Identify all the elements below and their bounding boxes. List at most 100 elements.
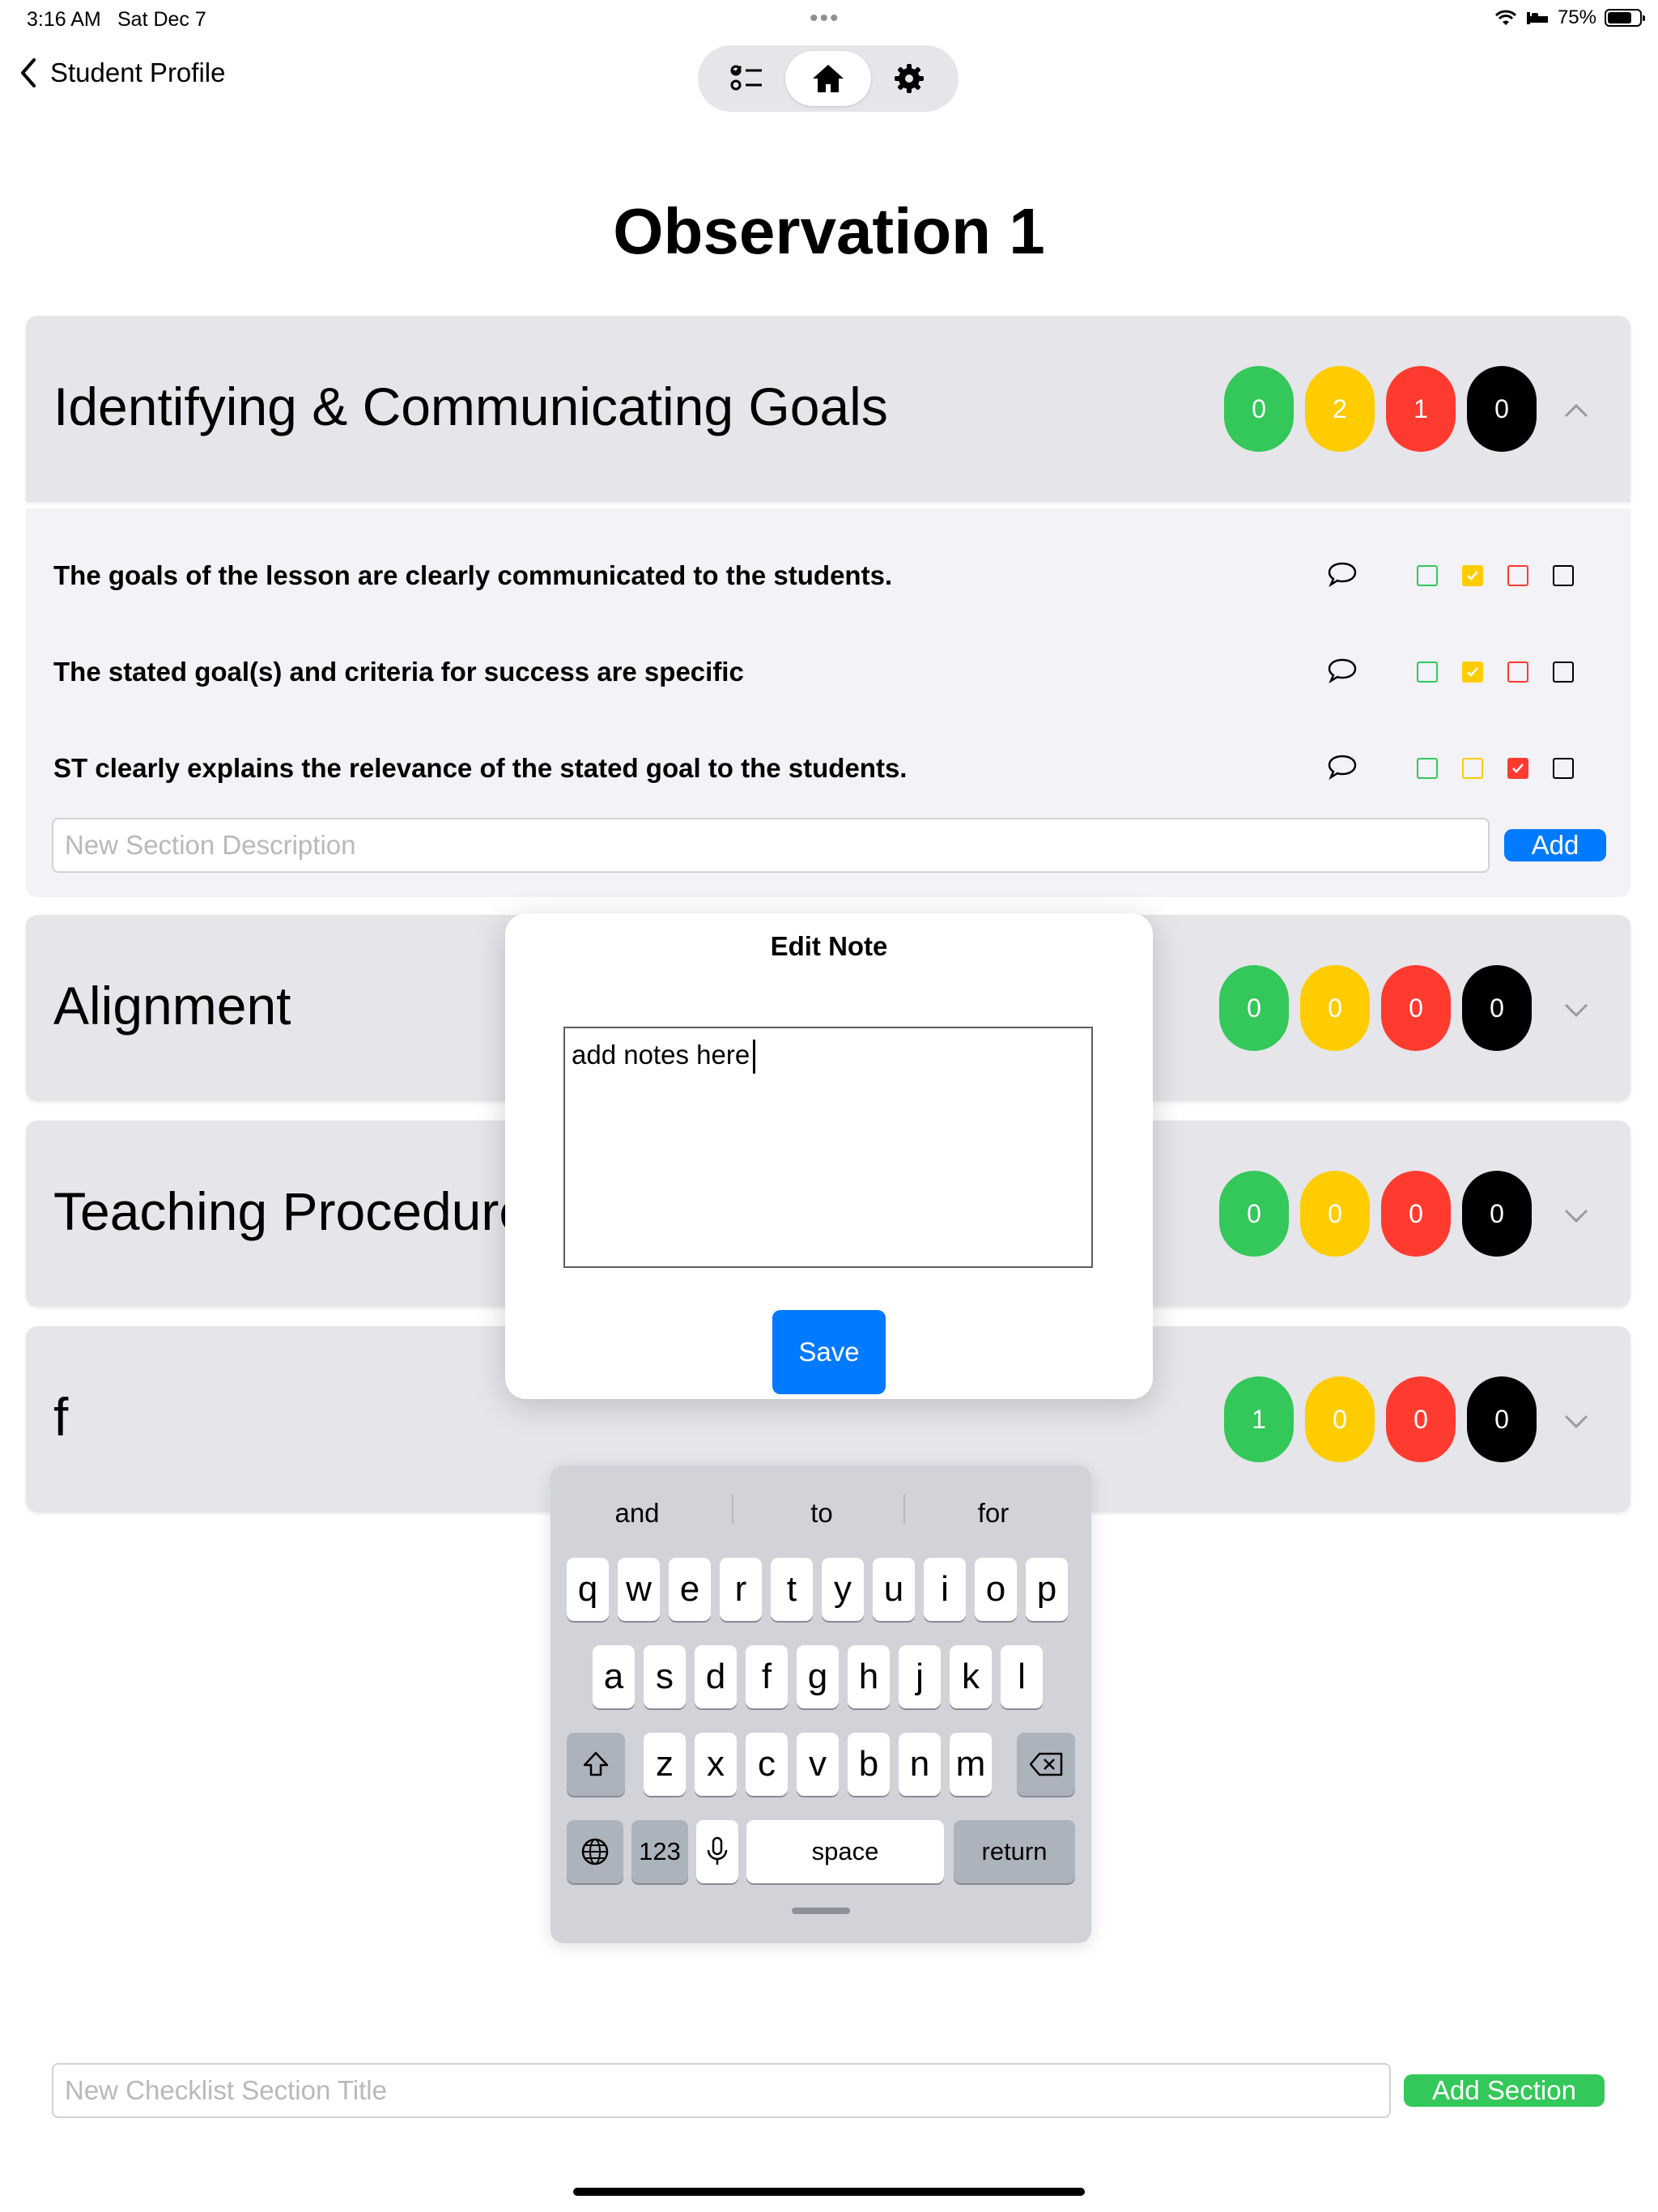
checklist-row: ST clearly explains the relevance of the… [26, 743, 1596, 792]
key-f[interactable]: f [746, 1645, 788, 1708]
note-text: add notes here [572, 1040, 750, 1070]
black-checkbox[interactable] [1553, 661, 1574, 683]
add-description-button[interactable]: Add [1504, 829, 1606, 861]
yellow-count-badge: 0 [1300, 1171, 1370, 1257]
section-title-input[interactable]: New Checklist Section Title [52, 2063, 1391, 2118]
comment-icon[interactable] [1326, 559, 1358, 591]
checkmark-icon [1512, 764, 1524, 773]
shift-key[interactable] [567, 1733, 625, 1796]
key-n[interactable]: n [899, 1733, 941, 1796]
black-checkbox[interactable] [1553, 565, 1574, 586]
red-count-badge: 0 [1386, 1376, 1456, 1462]
section-counts: 0 0 0 0 [1219, 965, 1532, 1051]
view-switcher [698, 45, 959, 112]
green-count-badge: 0 [1219, 1171, 1289, 1257]
key-w[interactable]: w [618, 1558, 660, 1621]
green-checkbox[interactable] [1417, 661, 1438, 683]
comment-icon[interactable] [1326, 655, 1358, 687]
key-h[interactable]: h [848, 1645, 890, 1708]
yellow-checkbox[interactable] [1462, 758, 1483, 779]
key-d[interactable]: d [695, 1645, 737, 1708]
battery-percent: 75% [1557, 6, 1596, 28]
green-count-badge: 0 [1224, 366, 1294, 452]
home-icon [813, 65, 844, 92]
return-key[interactable]: return [954, 1820, 1075, 1883]
save-button[interactable]: Save [772, 1310, 886, 1394]
dialog-title: Edit Note [770, 931, 888, 961]
key-j[interactable]: j [899, 1645, 941, 1708]
red-checkbox[interactable] [1507, 661, 1528, 683]
yellow-checkbox[interactable] [1462, 565, 1483, 586]
key-o[interactable]: o [975, 1558, 1017, 1621]
key-x[interactable]: x [695, 1733, 737, 1796]
chevron-down-icon[interactable] [1562, 1407, 1590, 1435]
key-c[interactable]: c [746, 1733, 788, 1796]
dictation-key[interactable] [696, 1820, 738, 1883]
multitasking-dots[interactable]: ••• [810, 5, 840, 32]
key-p[interactable]: p [1026, 1558, 1068, 1621]
key-v[interactable]: v [797, 1733, 839, 1796]
item-text: The goals of the lesson are clearly comm… [53, 560, 893, 590]
back-button[interactable]: Student Profile [18, 57, 225, 89]
home-indicator[interactable] [573, 2188, 1085, 2196]
suggestion[interactable]: and [551, 1498, 724, 1529]
key-q[interactable]: q [567, 1558, 609, 1621]
key-u[interactable]: u [873, 1558, 915, 1621]
section-title: Identifying & Communicating Goals [53, 376, 888, 436]
green-checkbox[interactable] [1417, 758, 1438, 779]
keyboard-grabber[interactable] [792, 1908, 850, 1914]
key-b[interactable]: b [848, 1733, 890, 1796]
text-cursor [753, 1040, 756, 1074]
key-k[interactable]: k [950, 1645, 992, 1708]
key-t[interactable]: t [771, 1558, 813, 1621]
gear-icon [895, 64, 924, 93]
checklist-tab[interactable] [704, 51, 790, 106]
home-tab[interactable] [785, 51, 871, 106]
key-z[interactable]: z [644, 1733, 686, 1796]
key-r[interactable]: r [720, 1558, 762, 1621]
chevron-down-icon[interactable] [1562, 1202, 1590, 1229]
key-a[interactable]: a [593, 1645, 635, 1708]
battery-icon [1605, 9, 1645, 27]
add-section-button[interactable]: Add Section [1404, 2074, 1605, 2107]
suggestion[interactable]: to [735, 1498, 908, 1529]
chevron-down-icon[interactable] [1562, 996, 1590, 1023]
delete-key[interactable] [1017, 1733, 1075, 1796]
red-count-badge: 0 [1381, 965, 1451, 1051]
key-m[interactable]: m [950, 1733, 992, 1796]
key-i[interactable]: i [924, 1558, 966, 1621]
settings-tab[interactable] [866, 51, 952, 106]
key-g[interactable]: g [797, 1645, 839, 1708]
green-count-badge: 0 [1219, 965, 1289, 1051]
checklist-row: The goals of the lesson are clearly comm… [26, 551, 1596, 599]
chevron-left-icon [21, 58, 36, 87]
backspace-icon [1029, 1752, 1063, 1776]
section-description-input[interactable]: New Section Description [52, 818, 1490, 873]
section-counts: 1 0 0 0 [1224, 1376, 1537, 1462]
globe-key[interactable] [567, 1820, 623, 1883]
suggestion[interactable]: for [907, 1498, 1080, 1529]
red-checkbox[interactable] [1507, 758, 1528, 779]
comment-icon[interactable] [1326, 751, 1358, 784]
space-key[interactable]: space [746, 1820, 944, 1883]
back-label: Student Profile [50, 57, 226, 87]
key-s[interactable]: s [644, 1645, 686, 1708]
checkmark-icon [1467, 571, 1478, 581]
key-e[interactable]: e [669, 1558, 711, 1621]
key-l[interactable]: l [1001, 1645, 1043, 1708]
green-checkbox[interactable] [1417, 565, 1438, 586]
red-checkbox[interactable] [1507, 565, 1528, 586]
note-textarea[interactable]: add notes here [563, 1027, 1093, 1268]
black-count-badge: 0 [1462, 965, 1532, 1051]
black-count-badge: 0 [1467, 366, 1537, 452]
yellow-count-badge: 0 [1300, 965, 1370, 1051]
numbers-key[interactable]: 123 [631, 1820, 688, 1883]
black-checkbox[interactable] [1553, 758, 1574, 779]
wifi-icon [1494, 10, 1517, 25]
section-card[interactable]: Identifying & Communicating Goals 0 2 1 … [26, 316, 1630, 502]
page-title: Observation 1 [613, 195, 1045, 267]
sleep-bed-icon [1526, 12, 1548, 24]
chevron-up-icon[interactable] [1562, 397, 1590, 424]
key-y[interactable]: y [822, 1558, 864, 1621]
yellow-checkbox[interactable] [1462, 661, 1483, 683]
